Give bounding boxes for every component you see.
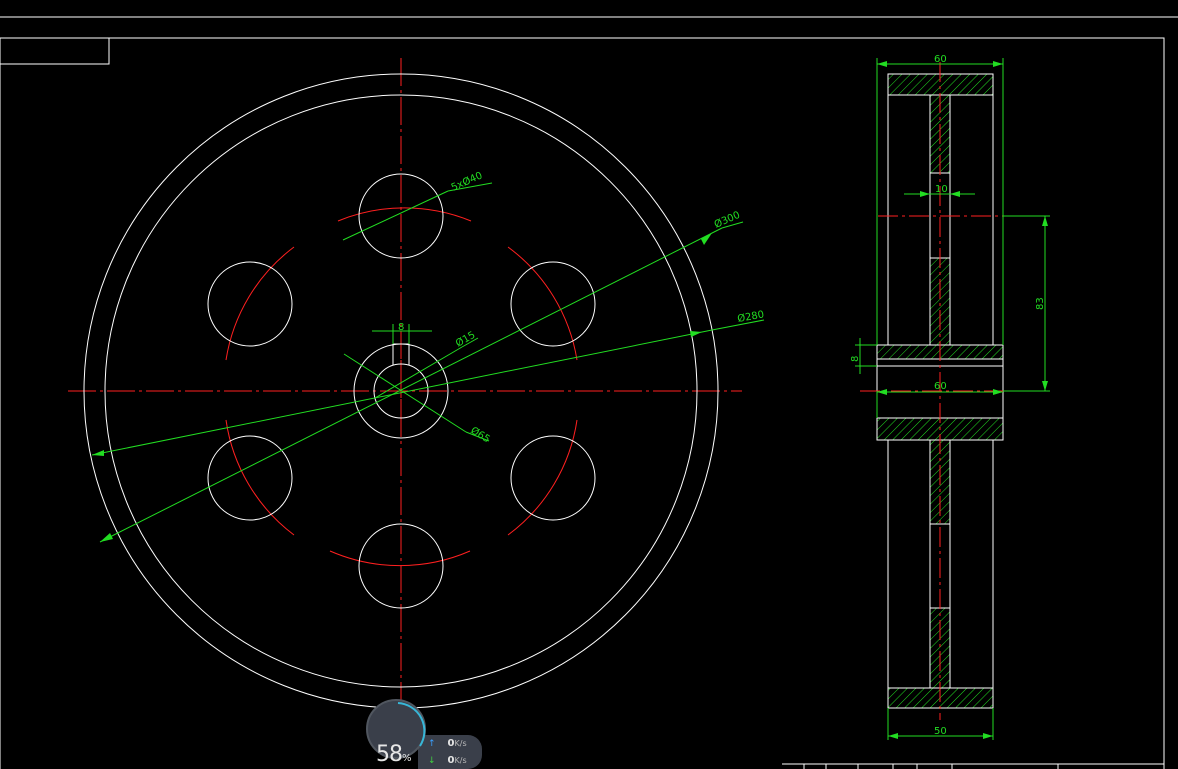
dim-hub-width-text: 60 [934, 381, 947, 392]
front-dim-texts: 5xØ40 Ø300 Ø280 Ø15 Ø65 8 [398, 169, 765, 445]
download-speed: ↓ 0K/s [428, 755, 467, 766]
system-monitor-widget[interactable]: ↑ 0K/s ↓ 0K/s 58% [366, 699, 482, 769]
cad-drawing-canvas[interactable]: 5xØ40 Ø300 Ø280 Ø15 Ø65 8 60 10 83 60 8 … [0, 0, 1178, 769]
front-view: 5xØ40 Ø300 Ø280 Ø15 Ø65 8 [68, 58, 765, 720]
hole-upper-left [207, 261, 293, 347]
dim-outer-diameter-text: Ø300 [712, 209, 742, 231]
hole-lower-right [510, 435, 596, 521]
dim-bore-diameter-text: Ø15 [454, 329, 478, 350]
side-dim-arrows [877, 61, 1048, 739]
download-value: 0 [447, 755, 455, 766]
dim-bottom-width-text: 50 [934, 726, 947, 737]
drawing-frame [0, 16, 1178, 769]
upload-arrow-icon: ↑ [428, 739, 436, 749]
upload-unit: K/s [454, 739, 467, 748]
hole-lower-left [207, 435, 293, 521]
gauge-percent-unit: % [402, 753, 411, 764]
dim-height-text: 83 [1035, 297, 1046, 310]
dim-web-text: 10 [935, 184, 948, 195]
side-dimensions [855, 58, 1050, 740]
dim-hub-diameter-text: Ø65 [468, 424, 492, 445]
side-view: 60 10 83 60 8 50 [850, 54, 1050, 740]
hole-upper-right [510, 261, 596, 347]
memory-gauge[interactable]: 58% [366, 699, 426, 767]
download-unit: K/s [454, 756, 467, 765]
upload-speed: ↑ 0K/s [428, 738, 467, 749]
download-arrow-icon: ↓ [428, 756, 436, 766]
dim-rim-diameter-text: Ø280 [736, 308, 765, 325]
dim-holes-text: 5xØ40 [449, 169, 484, 193]
front-dimensions [91, 182, 765, 543]
dim-key-width-text: 8 [398, 322, 404, 333]
gauge-percent-value: 58 [376, 742, 403, 767]
front-dim-arrows [92, 233, 712, 542]
upload-value: 0 [447, 738, 455, 749]
title-tab-frame [0, 37, 110, 65]
dim-key-depth-text: 8 [850, 356, 861, 362]
dim-top-width-text: 60 [934, 54, 947, 65]
front-centerlines [68, 58, 742, 720]
